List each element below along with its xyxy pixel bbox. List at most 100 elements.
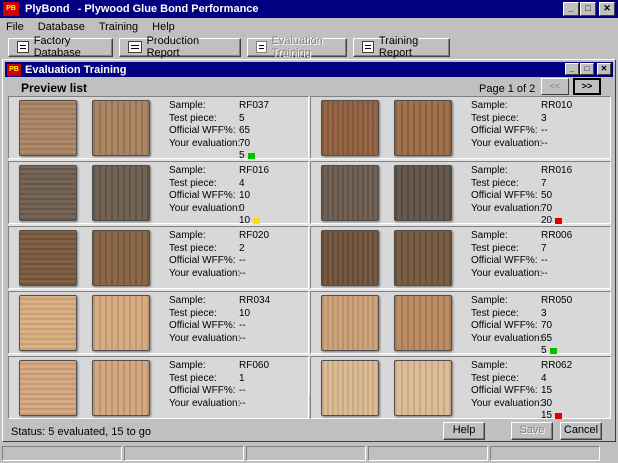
previous-page-button[interactable]: << — [541, 78, 569, 95]
score-indicator — [247, 153, 255, 160]
field-value: -- — [239, 255, 246, 266]
wood-sample-image — [19, 295, 77, 351]
training-icon — [256, 41, 267, 53]
field-label: Sample: — [471, 230, 508, 241]
field-label: Your evaluation: — [169, 397, 241, 409]
child-close-button[interactable]: ✕ — [597, 63, 611, 75]
sample-info: Sample: RF037 Test piece: 5 Official WFF%: 65… — [169, 100, 309, 163]
sample-card[interactable]: Sample: RR016 Test piece: 7 Official WFF%: 50… — [310, 161, 611, 226]
field-value: RR034 — [239, 295, 271, 306]
field-value: -- — [239, 385, 246, 396]
evaluation-training-window: PB Evaluation Training _ □ ✕ Preview lis… — [2, 59, 616, 442]
field-value: 0 — [239, 202, 245, 214]
evaluation-status: Status: 5 evaluated, 15 to go — [11, 426, 152, 438]
field-label: Test piece: — [471, 177, 519, 189]
field-value: 10 — [239, 190, 251, 201]
score-indicator — [253, 218, 261, 225]
sample-info: Sample: RR062 Test piece: 4 Official WFF%: 15… — [471, 360, 611, 423]
sample-card[interactable]: Sample: RF020 Test piece: 2 Official WFF%: --… — [8, 226, 309, 289]
field-value: RF020 — [239, 230, 270, 241]
field-label: Official WFF%: — [169, 385, 236, 396]
field-label: Sample: — [471, 295, 508, 306]
app-title-name: PlyBond — [25, 3, 70, 15]
field-value: -- — [541, 267, 548, 279]
app-title-text: - Plywood Glue Bond Performance — [77, 3, 259, 15]
wood-sample-image — [394, 230, 452, 286]
minimize-button[interactable]: _ — [563, 2, 579, 16]
production-report-button[interactable]: Production Report — [119, 35, 241, 59]
field-label: Your evaluation: — [471, 202, 543, 214]
field-value: 65 — [541, 332, 553, 344]
field-value: 4 — [541, 372, 547, 384]
wood-sample-image — [19, 165, 77, 221]
wood-sample-image — [92, 295, 150, 351]
factory-database-button[interactable]: Factory Database — [8, 35, 113, 59]
field-label: Sample: — [169, 100, 206, 111]
menu-database[interactable]: Database — [38, 21, 85, 33]
sample-card[interactable]: Sample: RF060 Test piece: 1 Official WFF%: --… — [8, 356, 309, 419]
field-label: Test piece: — [169, 372, 217, 384]
sample-info: Sample: RF060 Test piece: 1 Official WFF%: --… — [169, 360, 309, 410]
field-value: 15 — [541, 385, 553, 396]
field-label: Sample: — [471, 100, 508, 111]
maximize-button[interactable]: □ — [580, 2, 596, 16]
menu-training[interactable]: Training — [99, 21, 138, 33]
field-value: 65 — [239, 125, 251, 136]
field-value: 50 — [541, 190, 553, 201]
field-value: 7 — [541, 242, 547, 254]
toolbar: Factory Database Production Report Evalu… — [0, 35, 618, 59]
wood-sample-image — [321, 360, 379, 416]
page-indicator: Page 1 of 2 — [479, 83, 536, 95]
score-value: 15 — [541, 410, 553, 421]
sample-card[interactable]: Sample: RR010 Test piece: 3 Official WFF%: --… — [310, 96, 611, 159]
wood-sample-image — [394, 100, 452, 156]
factory-database-label: Factory Database — [33, 35, 81, 59]
cancel-button[interactable]: Cancel — [560, 422, 602, 440]
field-label: Test piece: — [169, 112, 217, 124]
wood-sample-image — [92, 165, 150, 221]
sample-info: Sample: RR006 Test piece: 7 Official WFF%: --… — [471, 230, 611, 280]
field-label: Sample: — [169, 295, 206, 306]
field-label: Test piece: — [471, 242, 519, 254]
app-logo-icon: PB — [3, 2, 19, 16]
field-label: Test piece: — [169, 307, 217, 319]
help-button[interactable]: Help — [443, 422, 485, 440]
sample-info: Sample: RR016 Test piece: 7 Official WFF%: 50… — [471, 165, 611, 228]
wood-sample-image — [19, 100, 77, 156]
field-label: Test piece: — [471, 372, 519, 384]
score-indicator — [549, 348, 557, 355]
field-label: Your evaluation: — [169, 202, 241, 214]
field-value: -- — [541, 137, 548, 149]
sample-info: Sample: RF016 Test piece: 4 Official WFF%: 10… — [169, 165, 309, 228]
field-value: -- — [541, 125, 548, 136]
app-title-bar: PB PlyBond - Plywood Glue Bond Performan… — [0, 0, 618, 18]
training-report-label: Training Report — [378, 35, 419, 59]
field-value: RR062 — [541, 360, 573, 371]
sample-card[interactable]: Sample: RR050 Test piece: 3 Official WFF%: 70… — [310, 291, 611, 356]
child-maximize-button[interactable]: □ — [580, 63, 594, 75]
field-label: Official WFF%: — [471, 385, 538, 396]
wood-sample-image — [19, 230, 77, 286]
sample-card[interactable]: Sample: RR034 Test piece: 10 Official WFF%: -… — [8, 291, 309, 354]
sample-card[interactable]: Sample: RR006 Test piece: 7 Official WFF%: --… — [310, 226, 611, 289]
database-icon — [17, 41, 29, 53]
training-report-button[interactable]: Training Report — [353, 35, 450, 59]
field-label: Your evaluation: — [169, 267, 241, 279]
field-label: Official WFF%: — [471, 320, 538, 331]
sample-card[interactable]: Sample: RF037 Test piece: 5 Official WFF%: 65… — [8, 96, 309, 161]
sample-card[interactable]: Sample: RR062 Test piece: 4 Official WFF%: 15… — [310, 356, 611, 421]
field-label: Sample: — [471, 165, 508, 176]
menu-file[interactable]: File — [6, 21, 24, 33]
wood-sample-image — [92, 100, 150, 156]
child-title: Evaluation Training — [25, 63, 127, 76]
menu-help[interactable]: Help — [152, 21, 175, 33]
close-button[interactable]: ✕ — [599, 2, 615, 16]
field-value: 5 — [239, 112, 245, 124]
wood-sample-image — [92, 230, 150, 286]
next-page-button[interactable]: >> — [573, 78, 601, 95]
child-minimize-button[interactable]: _ — [565, 63, 579, 75]
sample-grid: Sample: RF037 Test piece: 5 Official WFF%: 65… — [8, 96, 611, 421]
field-label: Test piece: — [169, 242, 217, 254]
sample-card[interactable]: Sample: RF016 Test piece: 4 Official WFF%: 10… — [8, 161, 309, 226]
menu-bar: File Database Training Help — [0, 18, 618, 36]
